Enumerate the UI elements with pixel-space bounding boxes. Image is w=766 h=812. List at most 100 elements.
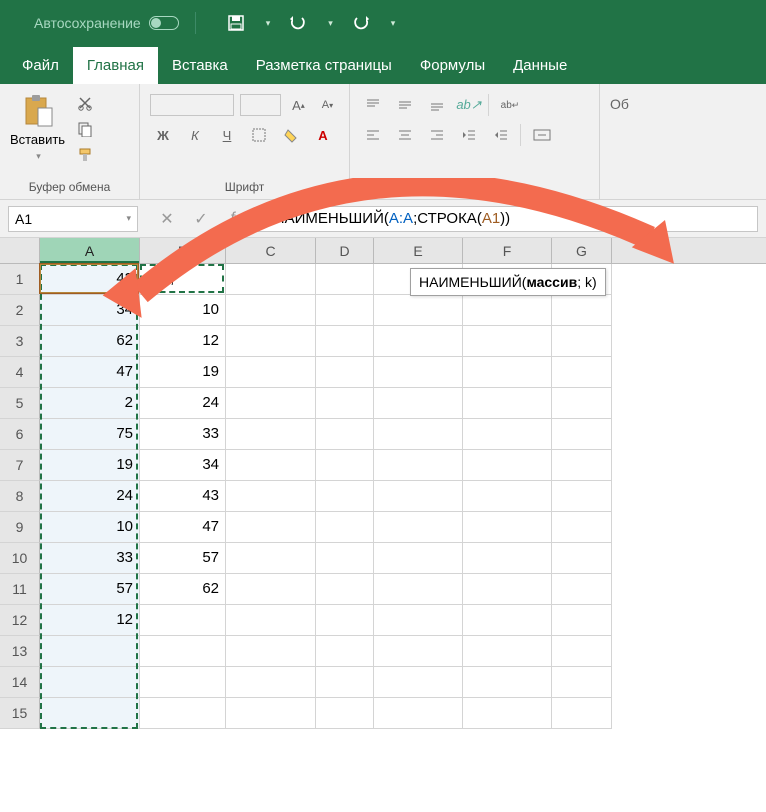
cell-A13[interactable] — [40, 636, 140, 667]
cell-F2[interactable] — [463, 295, 552, 326]
column-header-b[interactable]: B — [140, 238, 226, 263]
cell-E12[interactable] — [374, 605, 463, 636]
tab-file[interactable]: Файл — [8, 47, 73, 84]
enter-formula-button[interactable]: ✓ — [186, 206, 216, 232]
cell-D1[interactable] — [316, 264, 374, 295]
cell-F7[interactable] — [463, 450, 552, 481]
font-size-dropdown[interactable] — [240, 94, 281, 116]
cell-C5[interactable] — [226, 388, 316, 419]
row-header[interactable]: 1 — [0, 264, 40, 295]
cell-E6[interactable] — [374, 419, 463, 450]
cell-D11[interactable] — [316, 574, 374, 605]
fill-color-button[interactable] — [278, 124, 304, 146]
cell-A11[interactable]: 57 — [40, 574, 140, 605]
cell-C1[interactable] — [226, 264, 316, 295]
font-color-button[interactable]: A — [310, 124, 336, 146]
tab-insert[interactable]: Вставка — [158, 47, 242, 84]
borders-button[interactable] — [246, 124, 272, 146]
cell-G6[interactable] — [552, 419, 612, 450]
cell-E8[interactable] — [374, 481, 463, 512]
cell-B1[interactable]: A:A; — [140, 264, 226, 295]
row-header[interactable]: 6 — [0, 419, 40, 450]
cell-G14[interactable] — [552, 667, 612, 698]
cell-F9[interactable] — [463, 512, 552, 543]
row-header[interactable]: 11 — [0, 574, 40, 605]
column-header-e[interactable]: E — [374, 238, 463, 263]
redo-button[interactable] — [351, 13, 371, 33]
cell-G10[interactable] — [552, 543, 612, 574]
row-header[interactable]: 5 — [0, 388, 40, 419]
cell-G4[interactable] — [552, 357, 612, 388]
chevron-down-icon[interactable]: ▾ — [328, 18, 333, 29]
cell-E7[interactable] — [374, 450, 463, 481]
increase-font-button[interactable]: A▴ — [287, 94, 310, 116]
wrap-text-button[interactable]: ab↵ — [495, 94, 525, 116]
chevron-down-icon[interactable]: ▾ — [126, 213, 131, 224]
cell-D6[interactable] — [316, 419, 374, 450]
cell-C7[interactable] — [226, 450, 316, 481]
paste-button[interactable]: Вставить ▾ — [10, 90, 65, 177]
row-header[interactable]: 4 — [0, 357, 40, 388]
font-name-dropdown[interactable] — [150, 94, 234, 116]
copy-button[interactable] — [71, 118, 99, 140]
column-header-c[interactable]: C — [226, 238, 316, 263]
cell-B10[interactable]: 57 — [140, 543, 226, 574]
cell-B5[interactable]: 24 — [140, 388, 226, 419]
align-right-button[interactable] — [424, 124, 450, 146]
cell-G9[interactable] — [552, 512, 612, 543]
formula-bar[interactable]: =НАИМЕНЬШИЙ(A:A;СТРОКА(A1)) — [258, 206, 758, 232]
cell-C13[interactable] — [226, 636, 316, 667]
cell-B7[interactable]: 34 — [140, 450, 226, 481]
cell-F11[interactable] — [463, 574, 552, 605]
row-header[interactable]: 8 — [0, 481, 40, 512]
cut-button[interactable] — [71, 92, 99, 114]
cell-D13[interactable] — [316, 636, 374, 667]
cell-F13[interactable] — [463, 636, 552, 667]
cell-C3[interactable] — [226, 326, 316, 357]
row-header[interactable]: 12 — [0, 605, 40, 636]
cell-G7[interactable] — [552, 450, 612, 481]
cell-A15[interactable] — [40, 698, 140, 729]
align-bottom-button[interactable] — [424, 94, 450, 116]
chevron-down-icon[interactable]: ▾ — [391, 18, 396, 29]
tab-home[interactable]: Главная — [73, 47, 158, 84]
tab-page-layout[interactable]: Разметка страницы — [242, 47, 406, 84]
cell-D10[interactable] — [316, 543, 374, 574]
cell-C10[interactable] — [226, 543, 316, 574]
merge-cells-button[interactable] — [527, 124, 557, 146]
align-left-button[interactable] — [360, 124, 386, 146]
cell-C12[interactable] — [226, 605, 316, 636]
cell-C9[interactable] — [226, 512, 316, 543]
cell-C8[interactable] — [226, 481, 316, 512]
decrease-indent-button[interactable] — [456, 124, 482, 146]
name-box[interactable]: A1 ▾ — [8, 206, 138, 232]
row-header[interactable]: 14 — [0, 667, 40, 698]
orientation-button[interactable]: ab↗ — [456, 94, 482, 116]
cell-F12[interactable] — [463, 605, 552, 636]
increase-indent-button[interactable] — [488, 124, 514, 146]
cell-E5[interactable] — [374, 388, 463, 419]
undo-button[interactable] — [288, 13, 308, 33]
format-painter-button[interactable] — [71, 144, 99, 166]
cancel-formula-button[interactable]: ✕ — [152, 206, 182, 232]
cell-F4[interactable] — [463, 357, 552, 388]
cell-C2[interactable] — [226, 295, 316, 326]
cell-A14[interactable] — [40, 667, 140, 698]
autosave-toggle[interactable] — [149, 16, 179, 30]
cell-A3[interactable]: 62 — [40, 326, 140, 357]
cell-D5[interactable] — [316, 388, 374, 419]
cell-B6[interactable]: 33 — [140, 419, 226, 450]
cell-A5[interactable]: 2 — [40, 388, 140, 419]
cell-B8[interactable]: 43 — [140, 481, 226, 512]
column-header-d[interactable]: D — [316, 238, 374, 263]
cell-C6[interactable] — [226, 419, 316, 450]
cell-G8[interactable] — [552, 481, 612, 512]
cell-E14[interactable] — [374, 667, 463, 698]
tab-formulas[interactable]: Формулы — [406, 47, 499, 84]
row-header[interactable]: 9 — [0, 512, 40, 543]
cell-D12[interactable] — [316, 605, 374, 636]
cell-F6[interactable] — [463, 419, 552, 450]
cell-A7[interactable]: 19 — [40, 450, 140, 481]
cell-F10[interactable] — [463, 543, 552, 574]
underline-button[interactable]: Ч — [214, 124, 240, 146]
